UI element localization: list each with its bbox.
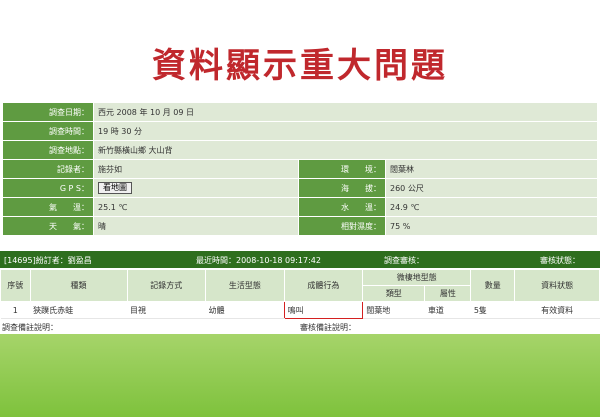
- survey-place-label: 調查地點：: [2, 140, 94, 160]
- weather-value: 晴: [93, 216, 299, 236]
- col-method: 記錄方式: [126, 269, 207, 302]
- row-type: 闊葉地: [362, 301, 425, 319]
- page-title: 資料顯示重大問題: [152, 46, 448, 86]
- survey-note-label: 調查備註說明：: [2, 323, 58, 332]
- survey-date-value: 西元 2008 年 10 月 09 日: [93, 102, 598, 122]
- col-stage: 生活型態: [205, 269, 285, 302]
- recorder-label: 記錄者：: [2, 159, 94, 179]
- weather-label: 天 氣：: [2, 216, 94, 236]
- humidity-value: 75 %: [385, 216, 598, 236]
- col-seq: 序號: [0, 269, 31, 302]
- row-attr: 車道: [424, 301, 471, 319]
- col-count: 數量: [470, 269, 516, 302]
- row-group: 鳴叫: [283, 301, 364, 319]
- air-temp-label: 氣 溫：: [2, 197, 94, 217]
- gps-label: G P S：: [2, 178, 94, 198]
- subscriber-text: [14695]紛訂者：劉盈昌: [4, 256, 92, 265]
- col-microhabitat: 微棲地型態: [362, 269, 472, 286]
- altitude-value: 260 公尺: [385, 178, 598, 198]
- survey-info-table: 調查日期： 西元 2008 年 10 月 09 日 調查時間： 19 時 30 …: [2, 102, 598, 236]
- row-stage: 幼體: [205, 301, 285, 319]
- altitude-label: 海 拔：: [298, 178, 386, 198]
- gps-cell: 看地圖: [93, 178, 299, 198]
- environment-value: 闊葉林: [385, 159, 598, 179]
- col-species: 種類: [29, 269, 128, 302]
- row-seq: 1: [0, 301, 31, 319]
- recent-time-text: 最近時間：2008-10-18 09:17:42: [196, 256, 321, 265]
- air-temp-value: 25.1 ℃: [93, 197, 299, 217]
- col-status: 資料狀態: [514, 269, 600, 302]
- water-temp-label: 水 溫：: [298, 197, 386, 217]
- recorder-value: 施芬如: [93, 159, 299, 179]
- row-status: 有效資料: [514, 301, 600, 319]
- survey-date-label: 調查日期：: [2, 102, 94, 122]
- col-group: 成體行為: [283, 269, 364, 302]
- row-count: 5隻: [470, 301, 515, 319]
- col-type: 類型: [362, 285, 426, 302]
- col-attr: 屬性: [424, 285, 472, 302]
- survey-place-value: 新竹縣橫山鄉 大山背: [93, 140, 598, 160]
- humidity-label: 相對濕度：: [298, 216, 386, 236]
- review-status-text: 審核狀態：: [540, 256, 580, 265]
- view-map-button[interactable]: 看地圖: [98, 182, 132, 194]
- review-note-label: 審核備註說明：: [300, 323, 356, 332]
- table-row: 1 狹蹼氏赤蛙 目視 幼體 鳴叫 闊葉地 車道 5隻 有效資料: [0, 301, 600, 319]
- water-temp-value: 24.9 ℃: [385, 197, 598, 217]
- environment-label: 環 境：: [298, 159, 386, 179]
- survey-time-label: 調查時間：: [2, 121, 94, 141]
- row-method: 目視: [127, 301, 206, 319]
- species-record-table: 序號 種類 記錄方式 生活型態 成體行為 微棲地型態 數量 資料狀態 類型 屬性…: [0, 269, 600, 319]
- survey-time-value: 19 時 30 分: [93, 121, 598, 141]
- record-header-bar: [14695]紛訂者：劉盈昌 最近時間：2008-10-18 09:17:42 …: [0, 251, 600, 268]
- row-species: 狹蹼氏赤蛙: [30, 301, 128, 319]
- survey-review-text: 調查審核：: [384, 256, 424, 265]
